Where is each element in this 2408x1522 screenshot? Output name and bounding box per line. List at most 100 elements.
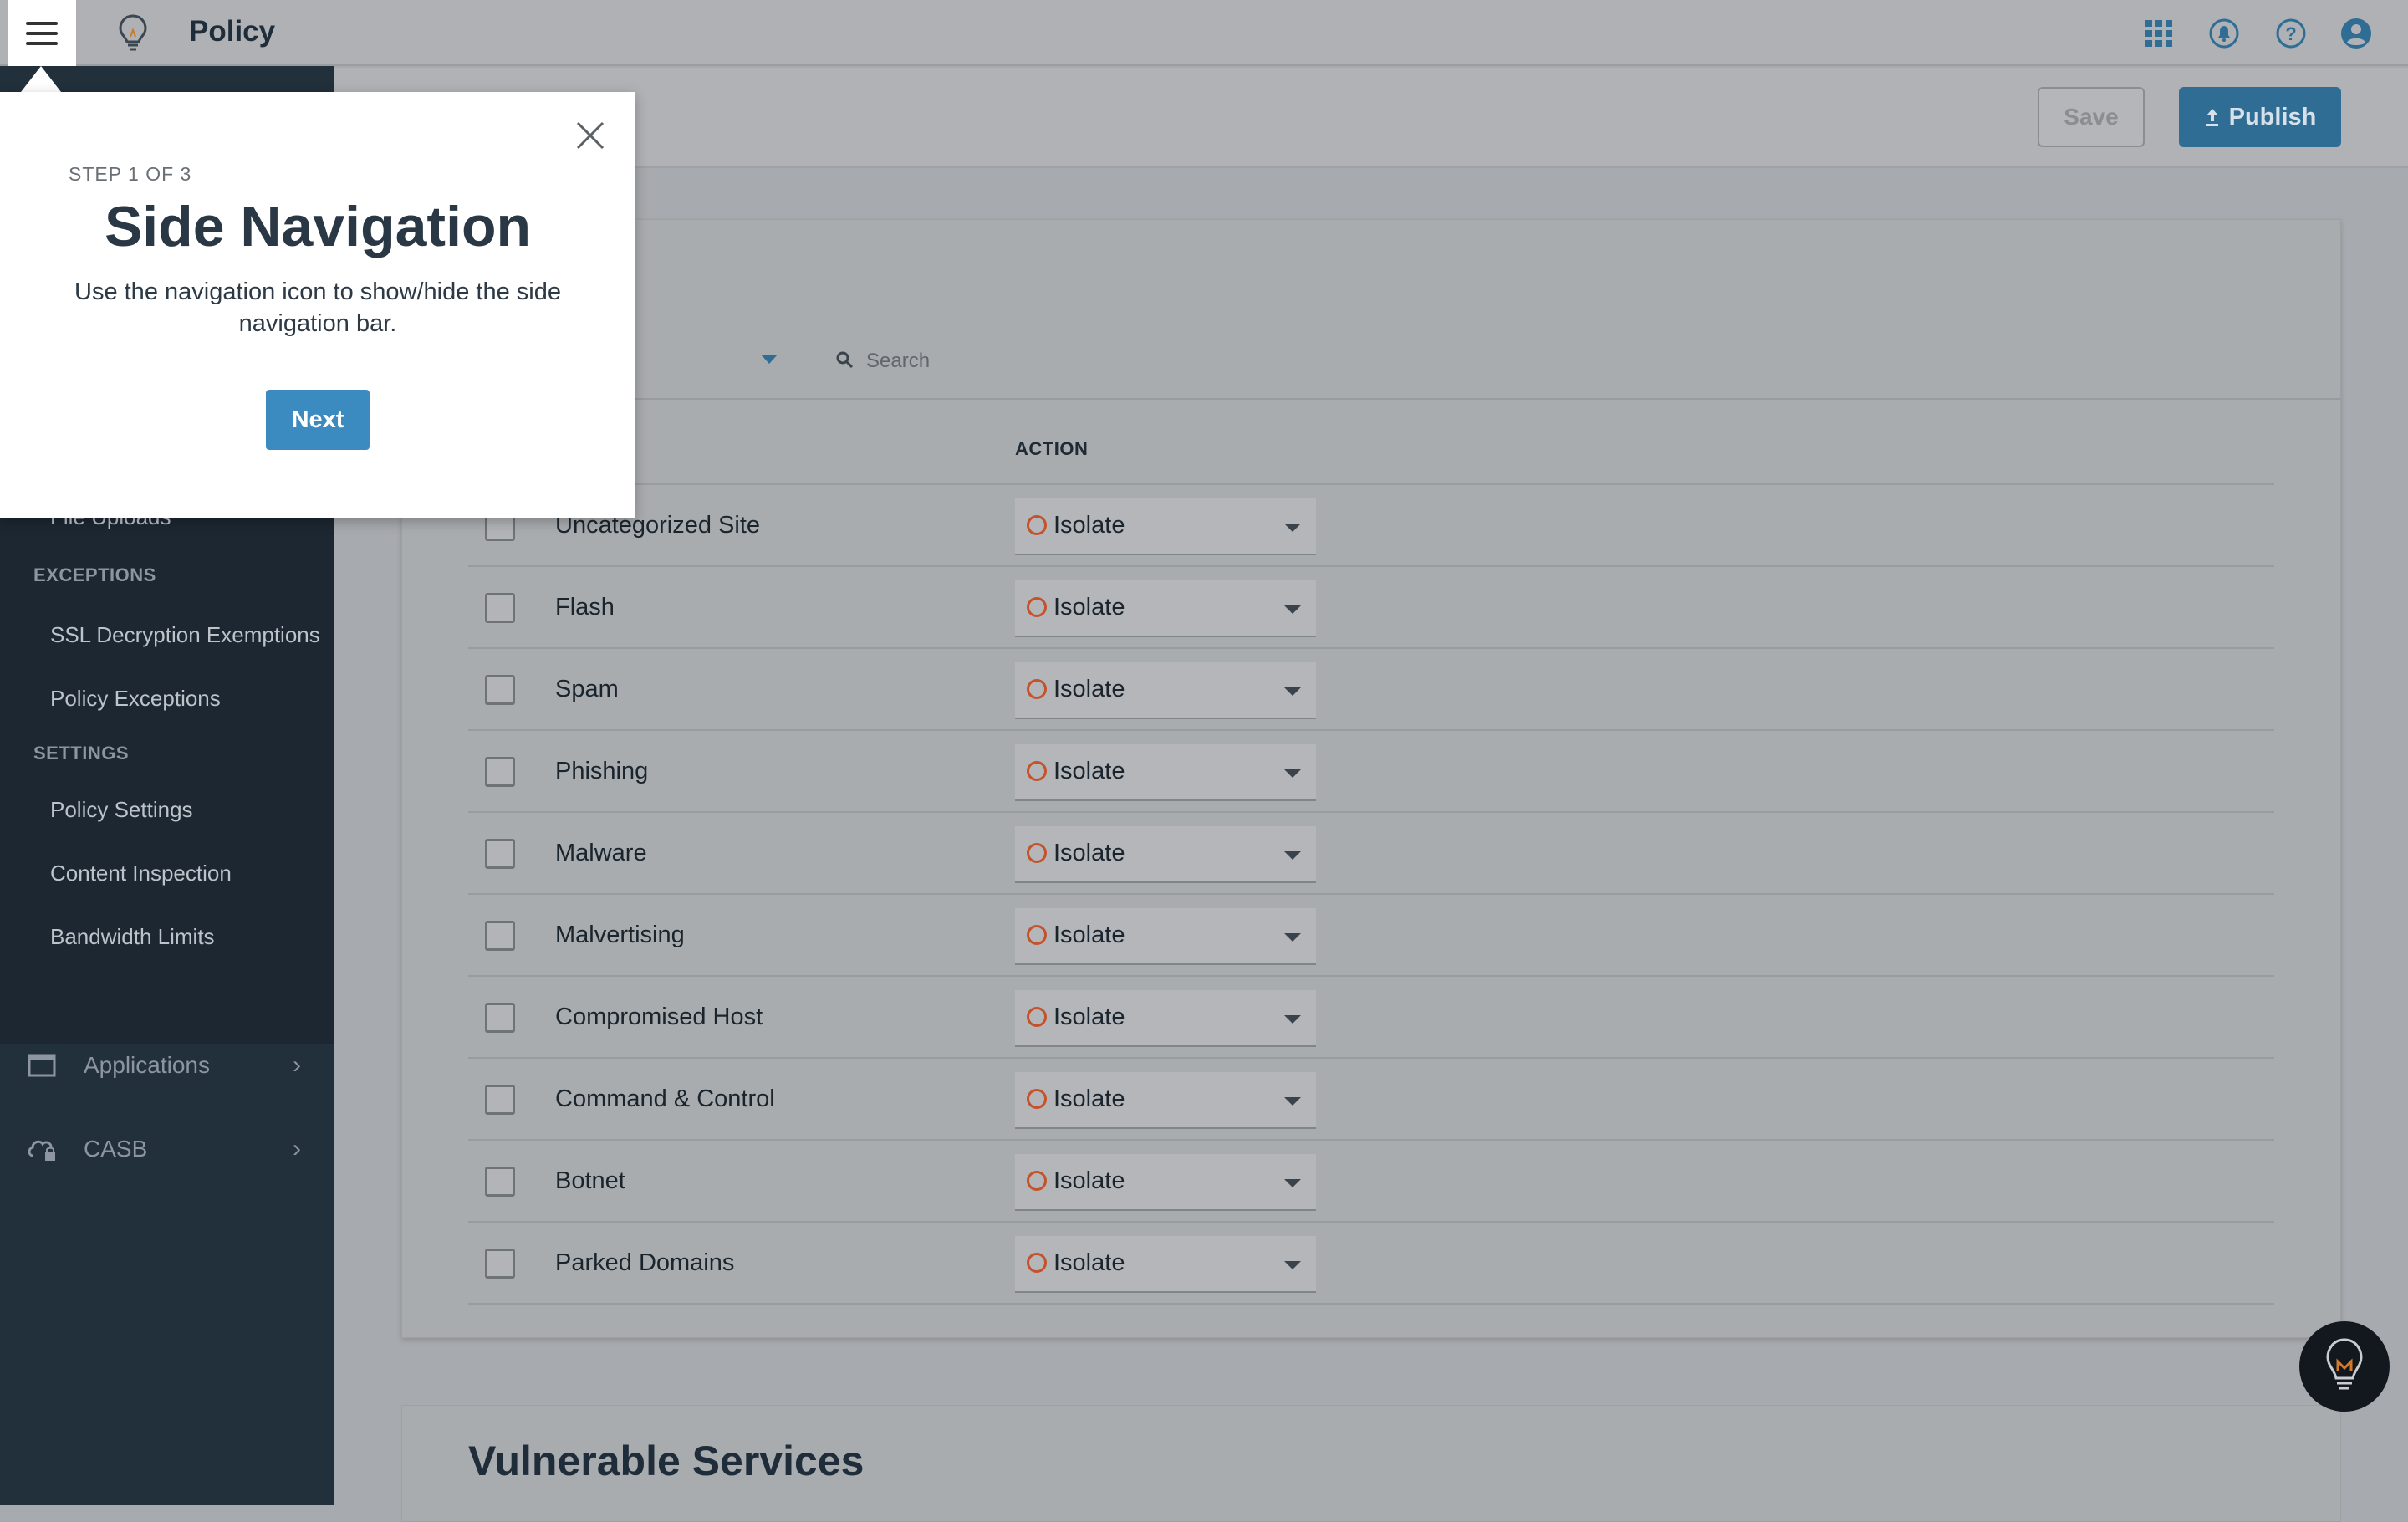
category-name: Spam: [555, 676, 619, 702]
help-assistant-button[interactable]: [2299, 1321, 2390, 1412]
filter-dropdown-caret-icon[interactable]: [761, 355, 778, 364]
chevron-down-icon: [1284, 687, 1301, 696]
apps-grid-icon[interactable]: [2142, 17, 2176, 50]
sidebar-item-policy-exceptions[interactable]: Policy Exceptions: [50, 686, 221, 712]
row-checkbox[interactable]: [485, 593, 515, 623]
publish-button[interactable]: Publish: [2179, 87, 2341, 147]
isolate-circle-icon: [1027, 1089, 1047, 1109]
sidebar-item-label: Applications: [84, 1052, 210, 1078]
sidebar-item-ssl-decryption-exemptions[interactable]: SSL Decryption Exemptions: [50, 622, 320, 648]
chevron-down-icon: [1284, 769, 1301, 778]
action-value: Isolate: [1054, 1085, 1125, 1112]
upload-icon: [2206, 109, 2218, 126]
row-checkbox[interactable]: [485, 921, 515, 951]
category-name: Compromised Host: [555, 1004, 763, 1030]
lightbulb-help-icon: [2326, 1338, 2363, 1390]
cloud-lock-icon: [28, 1140, 55, 1161]
isolate-circle-icon: [1027, 843, 1047, 863]
action-select[interactable]: Isolate: [1015, 1072, 1316, 1129]
isolate-circle-icon: [1027, 597, 1047, 617]
chevron-down-icon: [1284, 1261, 1301, 1269]
table-row: Botnet Isolate: [468, 1141, 2274, 1223]
search-input[interactable]: Search: [866, 350, 930, 373]
row-checkbox[interactable]: [485, 1085, 515, 1115]
action-value: Isolate: [1054, 676, 1125, 702]
action-select[interactable]: Isolate: [1015, 1236, 1316, 1293]
help-icon[interactable]: ?: [2274, 17, 2308, 50]
window-icon: [28, 1054, 56, 1077]
policy-subnav: [0, 518, 334, 1044]
sidebar-section-exceptions: EXCEPTIONS: [33, 564, 156, 585]
category-name: Botnet: [555, 1167, 625, 1194]
chevron-down-icon: [1284, 851, 1301, 860]
sidebar-item-casb[interactable]: CASB ›: [0, 1111, 334, 1187]
row-checkbox[interactable]: [485, 1249, 515, 1279]
table-row: Command & Control Isolate: [468, 1059, 2274, 1141]
chevron-right-icon: ›: [293, 1135, 301, 1162]
row-checkbox[interactable]: [485, 675, 515, 705]
sidebar-item-bandwidth-limits[interactable]: Bandwidth Limits: [50, 924, 215, 950]
chevron-down-icon: [1284, 933, 1301, 942]
action-value: Isolate: [1054, 594, 1125, 621]
table-row: Spam Isolate: [468, 649, 2274, 731]
action-value: Isolate: [1054, 1249, 1125, 1276]
account-icon[interactable]: [2339, 17, 2373, 50]
table-row: Malvertising Isolate: [468, 895, 2274, 977]
action-select[interactable]: Isolate: [1015, 662, 1316, 719]
isolate-circle-icon: [1027, 1007, 1047, 1027]
tour-title: Side Navigation: [104, 195, 532, 258]
notifications-icon[interactable]: [2207, 17, 2241, 50]
category-name: Command & Control: [555, 1085, 775, 1112]
save-button[interactable]: Save: [2038, 87, 2145, 147]
table-row: Malware Isolate: [468, 813, 2274, 895]
hamburger-menu-button[interactable]: [8, 0, 76, 66]
svg-text:?: ?: [2285, 23, 2296, 44]
action-select[interactable]: Isolate: [1015, 908, 1316, 965]
action-value: Isolate: [1054, 758, 1125, 784]
table-row: Phishing Isolate: [468, 731, 2274, 813]
sidebar-item-label: CASB: [84, 1136, 148, 1162]
action-select[interactable]: Isolate: [1015, 580, 1316, 637]
chevron-down-icon: [1284, 524, 1301, 532]
isolate-circle-icon: [1027, 761, 1047, 781]
action-select[interactable]: Isolate: [1015, 498, 1316, 555]
action-select[interactable]: Isolate: [1015, 990, 1316, 1047]
sidebar-item-policy-settings[interactable]: Policy Settings: [50, 797, 193, 823]
top-bar: Policy ?: [0, 0, 2408, 66]
isolate-circle-icon: [1027, 925, 1047, 945]
row-checkbox[interactable]: [485, 839, 515, 869]
next-button[interactable]: Next: [266, 390, 370, 450]
popover-arrow: [21, 66, 61, 92]
row-checkbox[interactable]: [485, 757, 515, 787]
lightbulb-logo-icon: [119, 14, 147, 51]
column-header-action: ACTION: [1015, 438, 1089, 459]
table-row: Parked Domains Isolate: [468, 1223, 2274, 1305]
sidebar-section-settings: SETTINGS: [33, 743, 130, 764]
chevron-down-icon: [1284, 605, 1301, 614]
close-icon[interactable]: [574, 119, 607, 152]
chevron-down-icon: [1284, 1097, 1301, 1106]
action-value: Isolate: [1054, 512, 1125, 539]
row-checkbox[interactable]: [485, 1003, 515, 1033]
isolate-circle-icon: [1027, 1253, 1047, 1273]
isolate-circle-icon: [1027, 679, 1047, 699]
row-checkbox[interactable]: [485, 1167, 515, 1197]
publish-label: Publish: [2228, 103, 2317, 130]
table-row: Compromised Host Isolate: [468, 977, 2274, 1059]
divider: [401, 398, 2341, 400]
chevron-down-icon: [1284, 1015, 1301, 1024]
category-name: Phishing: [555, 758, 649, 784]
sidebar-item-content-inspection[interactable]: Content Inspection: [50, 861, 232, 886]
action-select[interactable]: Isolate: [1015, 744, 1316, 801]
page-title: Policy: [189, 15, 276, 48]
action-value: Isolate: [1054, 840, 1125, 866]
chevron-down-icon: [1284, 1179, 1301, 1187]
action-select[interactable]: Isolate: [1015, 826, 1316, 883]
action-value: Isolate: [1054, 922, 1125, 948]
tour-step-indicator: STEP 1 OF 3: [69, 163, 192, 185]
category-name: Malvertising: [555, 922, 685, 948]
sidebar-item-applications[interactable]: Applications ›: [0, 1028, 334, 1103]
action-select[interactable]: Isolate: [1015, 1154, 1316, 1211]
isolate-circle-icon: [1027, 1171, 1047, 1191]
isolate-circle-icon: [1027, 515, 1047, 535]
